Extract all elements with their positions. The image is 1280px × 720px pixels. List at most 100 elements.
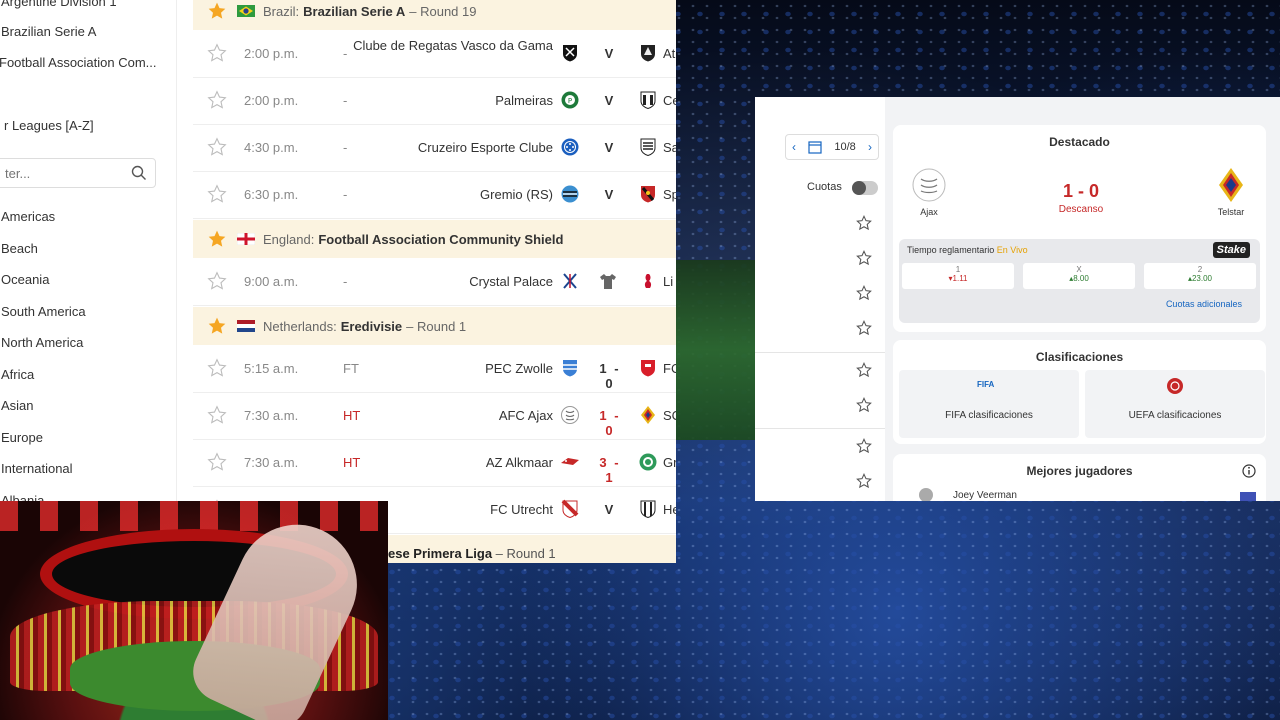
cuotas-toggle[interactable]	[852, 181, 878, 195]
region-international[interactable]: International	[1, 461, 73, 476]
date-navigator[interactable]: ‹ 10/8 ›	[785, 134, 879, 160]
odd-draw-button[interactable]: X ▴8.00	[1023, 263, 1135, 289]
liverpool-logo-icon	[644, 274, 652, 288]
star-outline-icon[interactable]	[856, 362, 872, 378]
featured-match-card[interactable]: Destacado Ajax 1 - 0 Descanso Telstar Ti…	[893, 125, 1266, 332]
away-team[interactable]: At	[663, 46, 675, 61]
star-outline-icon[interactable]	[856, 320, 872, 336]
search-icon[interactable]	[131, 165, 147, 181]
svg-text:P: P	[568, 97, 572, 105]
star-outline-icon[interactable]	[856, 215, 872, 231]
away-team[interactable]: Gr	[663, 455, 676, 470]
region-beach[interactable]: Beach	[1, 241, 38, 256]
chevron-right-icon[interactable]: ›	[868, 140, 872, 154]
match-row[interactable]: 2:00 p.m. - Palmeiras P V Ce	[193, 77, 676, 125]
ajax-logo-icon	[561, 406, 579, 424]
region-americas[interactable]: Americas	[1, 209, 55, 224]
league-name[interactable]: Eredivisie	[341, 319, 402, 334]
region-oceania[interactable]: Oceania	[1, 272, 49, 287]
match-row[interactable]: 5:15 a.m. FT PEC Zwolle 1 - 0 FC	[193, 345, 676, 393]
away-team[interactable]: Li	[663, 274, 673, 289]
region-europe[interactable]: Europe	[1, 430, 43, 445]
away-team[interactable]: SC	[663, 408, 676, 423]
sidebar-item-fa[interactable]: Football Association Com...	[0, 55, 157, 70]
match-row[interactable]: 9:00 a.m. - Crystal Palace Li	[193, 258, 676, 306]
chevron-left-icon[interactable]: ‹	[792, 140, 796, 154]
star-outline-icon[interactable]	[207, 405, 227, 425]
home-team[interactable]: Crystal Palace	[353, 274, 553, 289]
match-row[interactable]: 7:30 a.m. HT AZ Alkmaar 3 - 1 Gr	[193, 439, 676, 487]
uefa-rankings-button[interactable]: UEFA clasificaciones	[1085, 370, 1265, 438]
other-leagues-heading: r Leagues [A-Z]	[4, 118, 94, 133]
star-outline-icon[interactable]	[856, 285, 872, 301]
home-team[interactable]: Palmeiras	[353, 93, 553, 108]
region-asian[interactable]: Asian	[1, 398, 34, 413]
additional-odds-link[interactable]: Cuotas adicionales	[1166, 299, 1242, 309]
match-row[interactable]: 7:30 a.m. HT AFC Ajax 1 - 0 SC	[193, 392, 676, 440]
star-outline-icon[interactable]	[207, 43, 227, 63]
match-score: V	[604, 140, 616, 155]
region-south-america[interactable]: South America	[1, 304, 86, 319]
twente-logo-icon	[641, 360, 655, 377]
match-score: V	[604, 46, 616, 61]
stake-logo[interactable]: Stake	[1212, 242, 1250, 258]
pec-zwolle-logo-icon	[563, 360, 577, 377]
league-name[interactable]: Brazilian Serie A	[303, 4, 405, 19]
fixtures-column: ‹ 10/8 › Cuotas	[755, 97, 885, 501]
groningen-logo-icon	[639, 453, 657, 471]
sidebar-item-argentine[interactable]: Argentine Division 1	[1, 0, 117, 9]
home-team[interactable]: AZ Alkmaar	[353, 455, 553, 470]
star-filled-icon[interactable]	[207, 316, 227, 336]
match-score: 1 - 0	[599, 408, 621, 438]
league-name[interactable]: Football Association Community Shield	[318, 232, 563, 247]
star-outline-icon[interactable]	[207, 452, 227, 472]
az-alkmaar-logo-icon	[561, 458, 579, 465]
odd-home-button[interactable]: 1 ▾1.11	[902, 263, 1014, 289]
info-icon[interactable]	[1242, 464, 1256, 478]
away-team[interactable]: FC	[663, 361, 676, 376]
match-row[interactable]: 4:30 p.m. - Cruzeiro Esporte Clube V Sa	[193, 124, 676, 172]
match-row[interactable]: 2:00 p.m. - Clube de Regatas Vasco da Ga…	[193, 30, 676, 78]
calendar-icon[interactable]	[808, 140, 822, 154]
star-outline-icon[interactable]	[856, 438, 872, 454]
match-row[interactable]: 6:30 p.m. - Gremio (RS) V Sp	[193, 171, 676, 219]
star-outline-icon[interactable]	[856, 397, 872, 413]
star-outline-icon[interactable]	[856, 250, 872, 266]
star-outline-icon[interactable]	[207, 358, 227, 378]
player-avatar	[919, 488, 933, 501]
league-header-netherlands[interactable]: Netherlands: Eredivisie – Round 1	[193, 307, 676, 345]
away-team[interactable]: Sa	[663, 140, 676, 155]
star-outline-icon[interactable]	[207, 184, 227, 204]
star-outline-icon[interactable]	[207, 90, 227, 110]
away-team[interactable]: Sp	[663, 187, 676, 202]
region-north-america[interactable]: North America	[1, 335, 83, 350]
star-filled-icon[interactable]	[207, 1, 227, 21]
match-time: 7:30 a.m.	[244, 408, 299, 423]
league-header-england[interactable]: England: Football Association Community …	[193, 220, 676, 258]
region-africa[interactable]: Africa	[1, 367, 34, 382]
divider	[755, 428, 885, 429]
player-name[interactable]: Joey Veerman	[953, 490, 1017, 501]
fifa-rankings-button[interactable]: FIFA FIFA clasificaciones	[899, 370, 1079, 438]
home-team[interactable]: AFC Ajax	[353, 408, 553, 423]
sidebar-item-brazilian[interactable]: Brazilian Serie A	[1, 24, 96, 39]
match-status: -	[343, 187, 348, 202]
home-team[interactable]: Cruzeiro Esporte Clube	[353, 140, 553, 155]
odd-away-button[interactable]: 2 ▴23.00	[1144, 263, 1256, 289]
league-filter[interactable]	[0, 158, 156, 188]
home-team[interactable]: PEC Zwolle	[353, 361, 553, 376]
filter-input[interactable]	[3, 159, 127, 187]
star-filled-icon[interactable]	[207, 229, 227, 249]
away-team[interactable]: Ce	[663, 93, 676, 108]
match-score: V	[604, 93, 616, 108]
home-team[interactable]: Gremio (RS)	[353, 187, 553, 202]
star-outline-icon[interactable]	[207, 137, 227, 157]
brazil-flag-icon	[237, 5, 255, 17]
sport-recife-logo-icon	[641, 186, 655, 203]
away-team[interactable]: He	[663, 502, 676, 517]
home-team[interactable]: Clube de Regatas Vasco da Gama	[353, 39, 553, 53]
palmeiras-logo-icon: P	[561, 91, 579, 109]
star-outline-icon[interactable]	[207, 271, 227, 291]
star-outline-icon[interactable]	[856, 473, 872, 489]
league-header-brazil[interactable]: Brazil: Brazilian Serie A – Round 19	[193, 0, 676, 30]
